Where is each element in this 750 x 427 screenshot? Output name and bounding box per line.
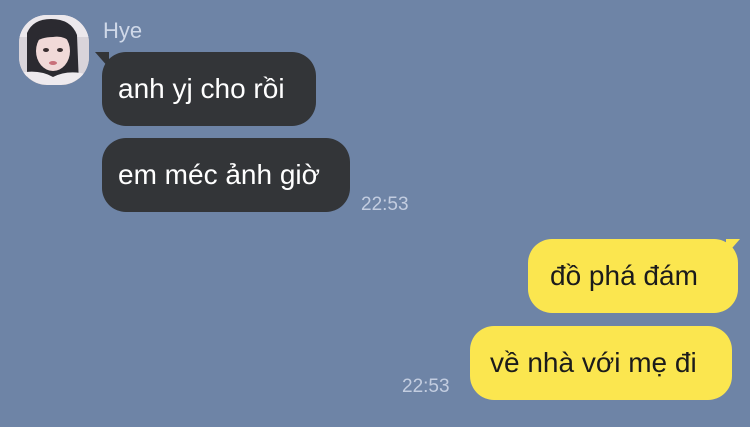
- outgoing-message-bubble[interactable]: đồ phá đám: [528, 239, 738, 313]
- outgoing-message-bubble[interactable]: về nhà với mẹ đi: [470, 326, 732, 400]
- incoming-message-timestamp: 22:53: [361, 194, 409, 215]
- incoming-message-bubble[interactable]: em méc ảnh giờ: [102, 138, 350, 212]
- sender-name: Hye: [103, 18, 143, 43]
- incoming-message-bubble[interactable]: anh yj cho rồi: [102, 52, 316, 126]
- outgoing-message-timestamp: 22:53: [402, 376, 450, 397]
- avatar-photo-icon: [19, 15, 89, 85]
- contact-avatar[interactable]: [19, 15, 89, 85]
